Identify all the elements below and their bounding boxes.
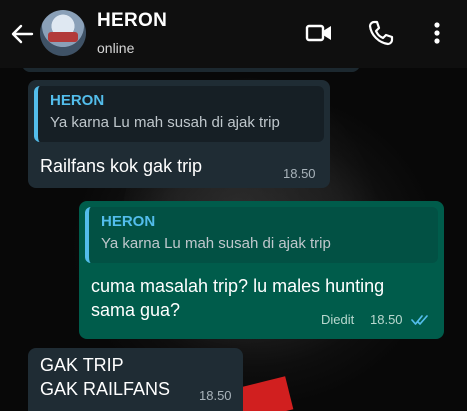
clipped-previous-message [22, 68, 360, 72]
contact-status: online [97, 40, 135, 56]
message-bubble-incoming[interactable]: GAK TRIP GAK RAILFANS 18.50 [28, 348, 243, 411]
read-receipt-icon [411, 315, 428, 325]
message-bubble-incoming[interactable]: HERON Ya karna Lu mah susah di ajak trip… [28, 80, 330, 188]
quoted-message-text: Ya karna Lu mah susah di ajak trip [50, 114, 280, 131]
message-text: GAK TRIP GAK RAILFANS [40, 355, 171, 399]
quoted-message-text: Ya karna Lu mah susah di ajak trip [101, 235, 331, 252]
video-call-icon[interactable] [304, 18, 334, 48]
message-time: 18.50 [283, 166, 316, 181]
quoted-reply[interactable]: HERON Ya karna Lu mah susah di ajak trip [34, 86, 324, 142]
edited-label: Diedit [321, 312, 355, 327]
quoted-sender-name: HERON [101, 213, 156, 230]
message-time: 18.50 [370, 312, 403, 327]
message-text: Railfans kok gak trip [40, 156, 203, 176]
chat-header: HERON online [0, 0, 467, 68]
quoted-reply[interactable]: HERON Ya karna Lu mah susah di ajak trip [85, 207, 438, 263]
more-options-icon[interactable] [422, 18, 452, 48]
chat-area[interactable]: HERON Ya karna Lu mah susah di ajak trip… [0, 68, 467, 411]
voice-call-icon[interactable] [366, 18, 396, 48]
back-arrow-icon[interactable] [8, 20, 36, 48]
avatar[interactable] [40, 10, 86, 56]
message-time: 18.50 [199, 388, 232, 403]
quoted-sender-name: HERON [50, 92, 105, 109]
contact-name[interactable]: HERON [97, 10, 167, 32]
message-bubble-outgoing[interactable]: HERON Ya karna Lu mah susah di ajak trip… [79, 201, 444, 339]
